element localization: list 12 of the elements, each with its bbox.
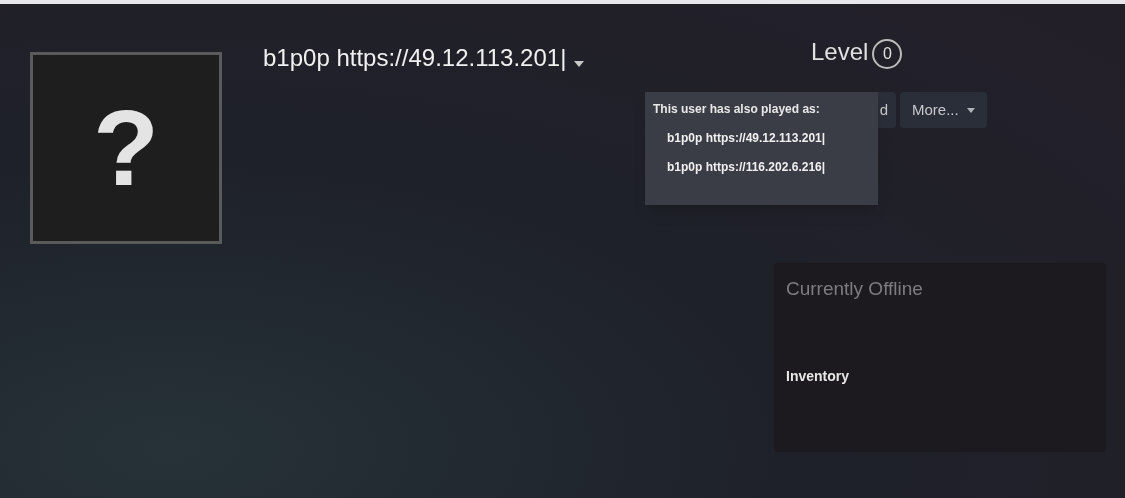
caret-icon[interactable] [574, 61, 585, 67]
alias-link[interactable]: b1p0p https://49.12.113.201| [667, 129, 826, 147]
popup-title: This user has also played as: [653, 101, 821, 118]
more-button[interactable]: More... [900, 92, 987, 128]
level-label: Level [811, 37, 869, 67]
question-mark-icon: ? [93, 94, 159, 202]
level-badge: 0 [872, 39, 903, 69]
profile-name: b1p0p https://49.12.113.201| [263, 43, 567, 73]
caret-icon [966, 107, 975, 113]
inventory-link[interactable]: Inventory [786, 365, 849, 387]
status-text: Currently Offline [786, 277, 924, 301]
alias-link[interactable]: b1p0p https://116.202.6.216| [667, 158, 826, 176]
